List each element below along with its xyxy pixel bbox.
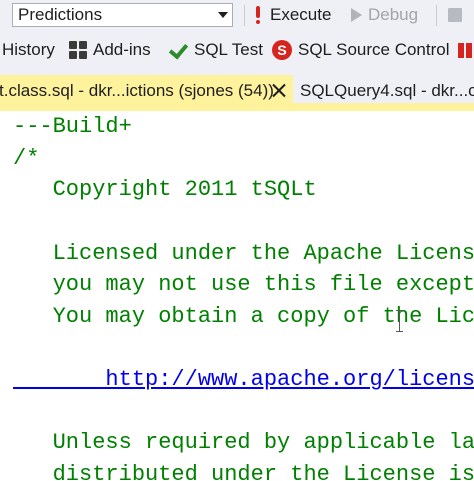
addins-label: Add-ins [93, 40, 151, 59]
license-url-link[interactable]: http://www.apache.org/licenses/LICENSE-2… [13, 364, 474, 396]
tab-sqlquery4-label: SQLQuery4.sql - dkr...ctions [300, 81, 474, 100]
debug-label: Debug [368, 5, 419, 24]
code-line[interactable]: Licensed under the Apache License, Versi… [13, 238, 474, 270]
execute-label: Execute [270, 5, 332, 24]
query-toolbar: Predictions Execute Debug [0, 0, 474, 31]
history-label: History [2, 40, 55, 59]
close-icon[interactable] [272, 83, 286, 97]
debug-button[interactable]: Debug [351, 3, 418, 27]
source-control-icon: S [272, 40, 292, 60]
sql-source-control-label: SQL Source Control [298, 40, 450, 59]
redgate-tool-button[interactable] [456, 31, 474, 69]
code-line[interactable]: Unless required by applicable law or agr… [13, 427, 474, 459]
addins-button[interactable]: Add-ins [69, 31, 151, 69]
tab-class-sql-label: t.class.sql - dkr...ictions (sjones (54)… [0, 81, 274, 100]
sql-test-button[interactable]: SQL Test [168, 31, 263, 69]
stop-icon[interactable] [446, 6, 464, 24]
toolbar-separator [436, 5, 437, 26]
addins-toolbar: History Add-ins SQL Test S SQL Source Co… [0, 31, 474, 69]
code-line[interactable]: /* [13, 143, 39, 175]
code-line[interactable]: distributed under the License is [13, 459, 474, 481]
sql-test-label: SQL Test [194, 40, 263, 59]
chevron-down-icon[interactable] [214, 4, 232, 26]
sql-editor[interactable]: ---Build+ /* Copyright 2011 tSQLt Licens… [0, 111, 474, 481]
code-line[interactable]: you may not use this file except in comp… [13, 269, 474, 301]
checkmark-icon [168, 41, 188, 59]
execute-button[interactable]: Execute [252, 3, 331, 27]
database-selector[interactable]: Predictions [12, 3, 233, 27]
database-selector-value: Predictions [18, 5, 103, 24]
text-cursor-icon [396, 310, 404, 332]
history-button[interactable]: History [2, 31, 55, 69]
code-line[interactable]: You may obtain a copy of the License at [13, 301, 474, 333]
active-tab-underline [0, 103, 474, 111]
code-line[interactable]: Copyright 2011 tSQLt [13, 174, 317, 206]
addins-icon [69, 41, 87, 59]
code-line[interactable]: ---Build+ [13, 111, 132, 143]
sql-source-control-button[interactable]: S SQL Source Control [272, 31, 450, 69]
toolbar-separator [244, 5, 245, 26]
play-icon [351, 8, 362, 22]
exclamation-icon [252, 5, 264, 25]
redgate-icon [456, 40, 474, 60]
